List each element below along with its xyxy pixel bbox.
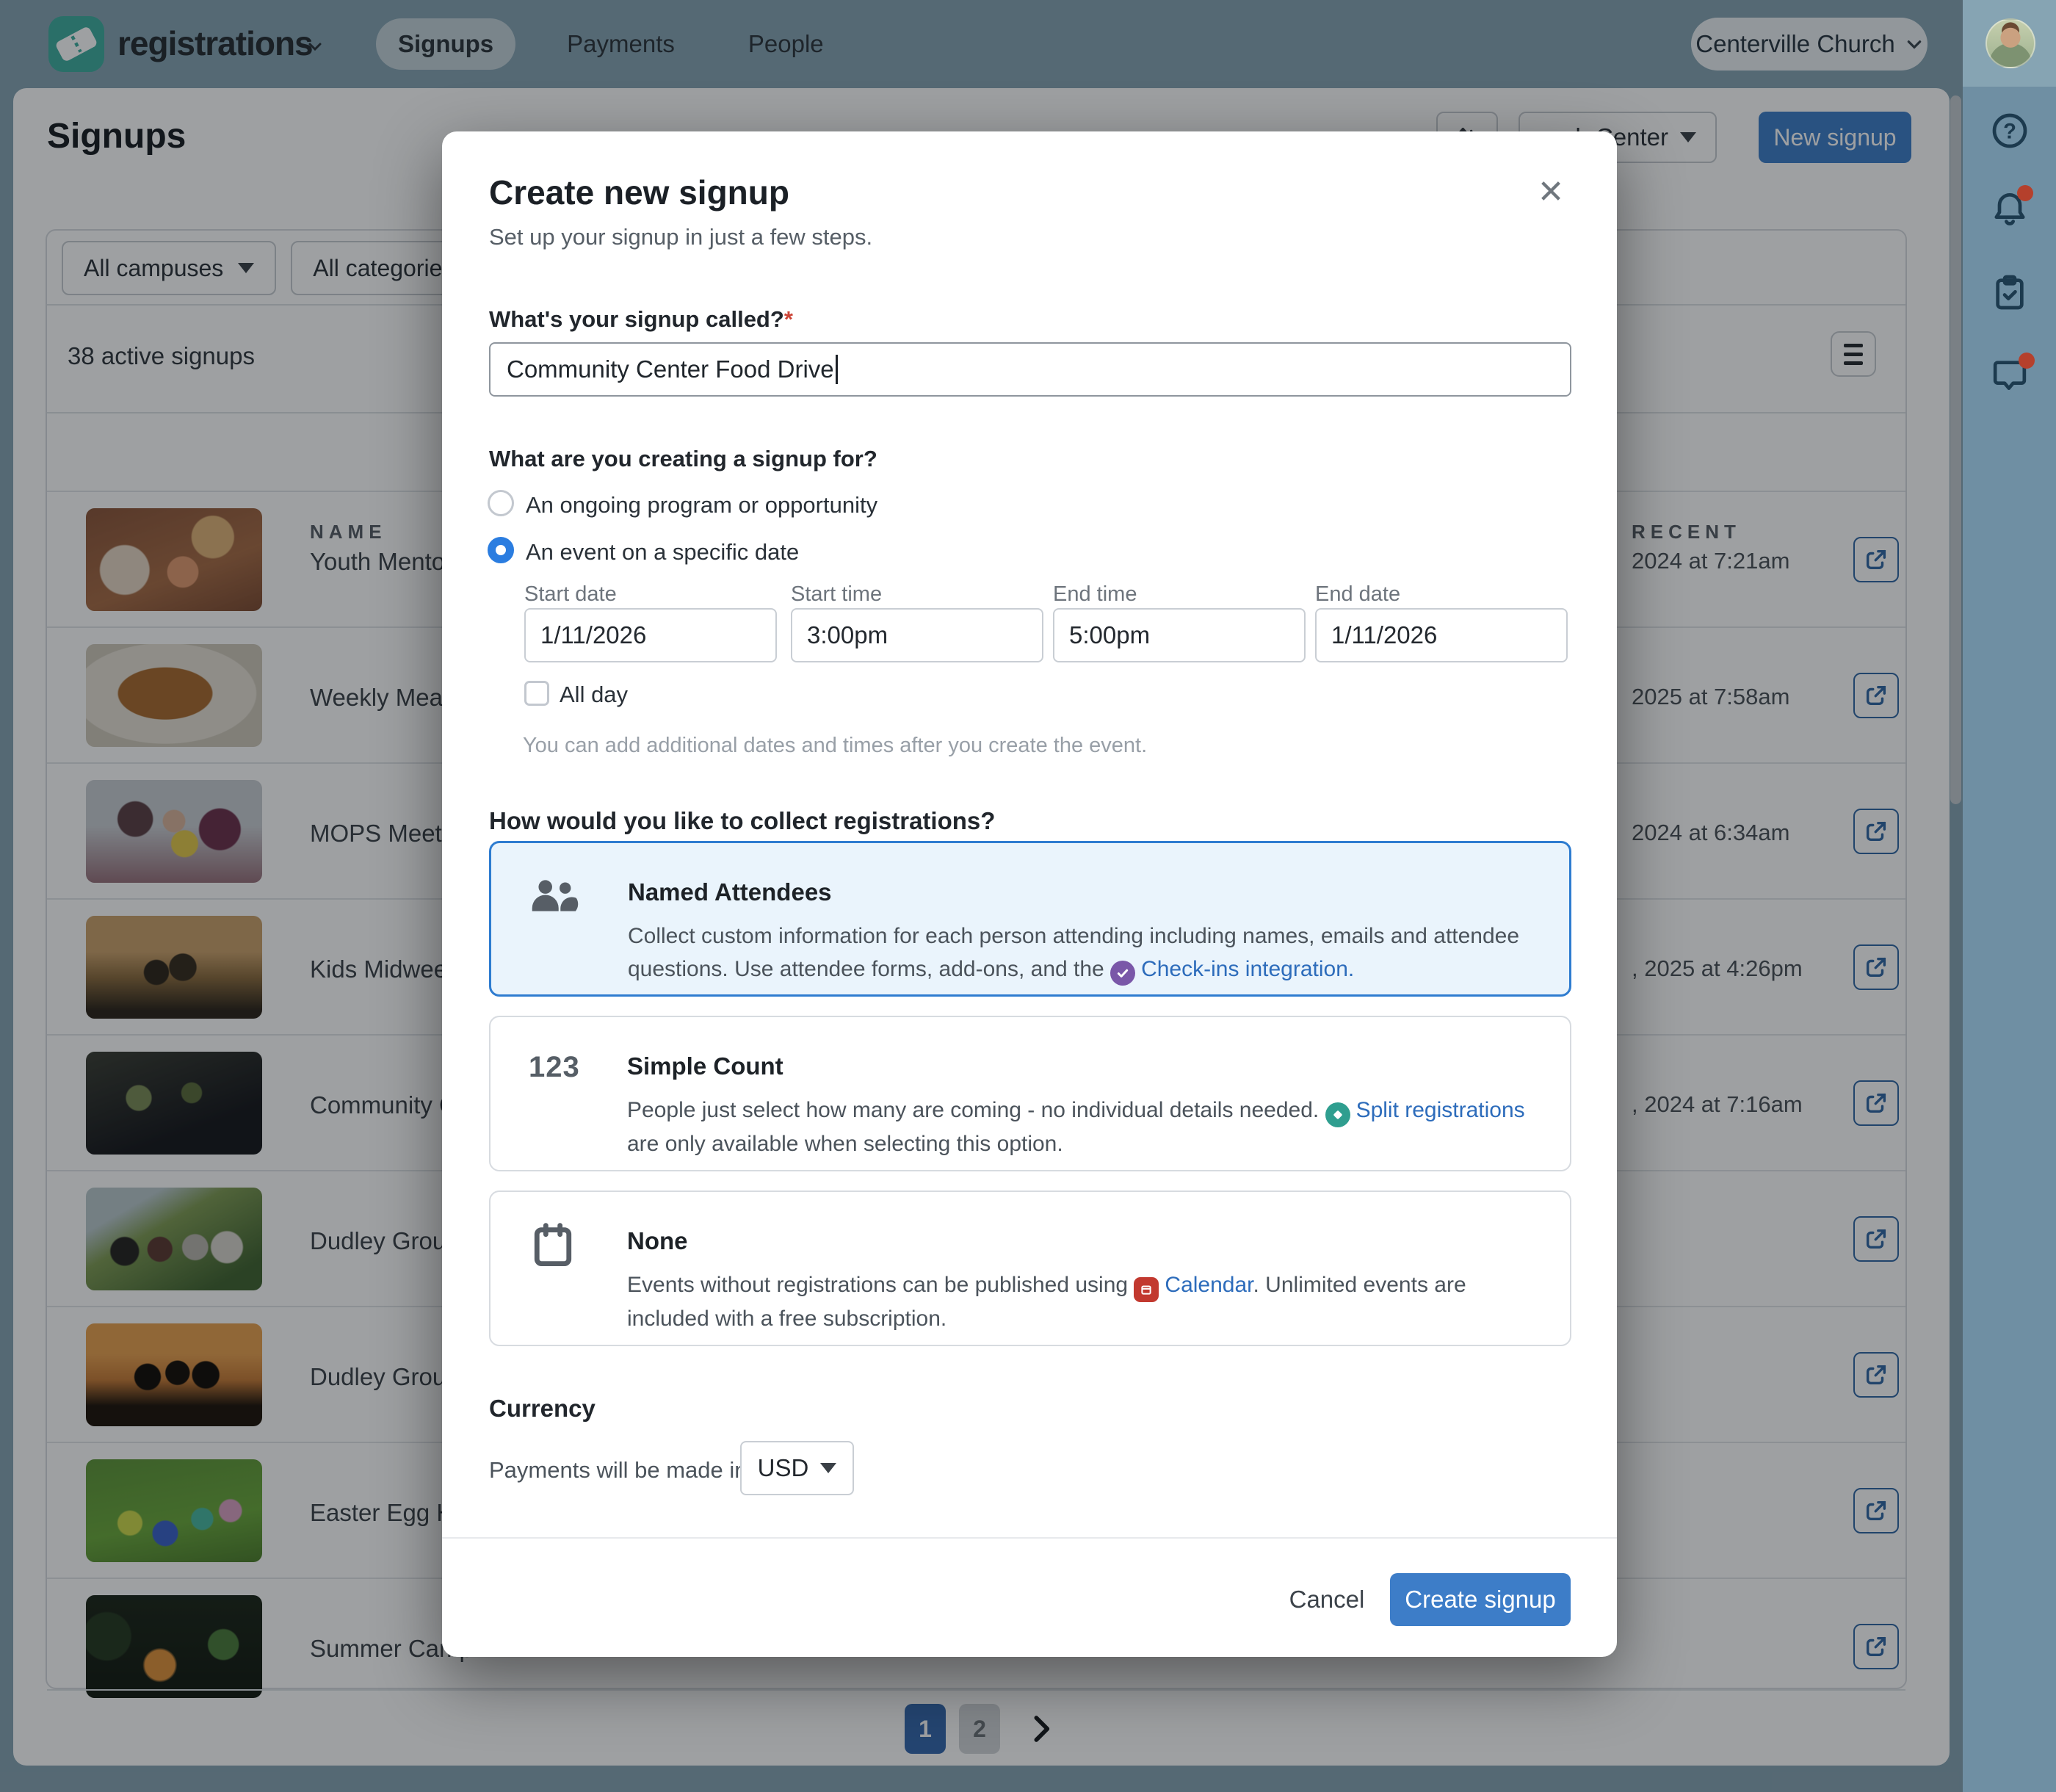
check-ins-link[interactable]: Check-ins integration. — [1141, 957, 1354, 981]
currency-label: Currency — [489, 1395, 596, 1423]
help-icon[interactable]: ? — [1989, 110, 2030, 151]
close-icon[interactable]: ✕ — [1530, 171, 1571, 212]
option-title: Named Attendees — [628, 878, 832, 906]
currency-prefix: Payments will be made in — [489, 1457, 748, 1484]
modal-title: Create new signup — [489, 173, 789, 212]
avatar[interactable] — [1986, 18, 2035, 68]
option-simple-count[interactable]: 123 Simple Count People just select how … — [489, 1016, 1571, 1171]
footer-divider — [442, 1537, 1617, 1539]
end-date-label: End date — [1315, 582, 1400, 607]
start-date-input[interactable]: 1/11/2026 — [524, 608, 777, 662]
currency-value: USD — [758, 1454, 809, 1482]
option-title: None — [627, 1227, 688, 1255]
calendar-icon — [532, 1220, 574, 1268]
end-time-label: End time — [1053, 582, 1137, 607]
cancel-button[interactable]: Cancel — [1264, 1573, 1389, 1626]
option-none[interactable]: None Events without registrations can be… — [489, 1191, 1571, 1346]
collect-label: How would you like to collect registrati… — [489, 807, 995, 835]
end-date-input[interactable]: 1/11/2026 — [1315, 608, 1568, 662]
check-ins-icon — [1110, 961, 1135, 986]
radio-specific-date[interactable] — [488, 537, 514, 563]
option-title: Simple Count — [627, 1052, 783, 1080]
signup-name-input[interactable]: Community Center Food Drive — [489, 342, 1571, 397]
tasks-clipboard-icon[interactable] — [1989, 272, 2030, 313]
dates-note: You can add additional dates and times a… — [523, 734, 1147, 758]
split-registrations-link[interactable]: Split registrations — [1356, 1098, 1525, 1122]
option-description: Events without registrations can be publ… — [627, 1268, 1543, 1335]
registrations-icon — [1325, 1102, 1350, 1127]
all-day-label[interactable]: All day — [560, 682, 628, 708]
people-icon — [526, 872, 579, 920]
option-description: People just select how many are coming -… — [627, 1094, 1543, 1160]
signup-name-label: What's your signup called?* — [489, 306, 793, 333]
messages-chat-icon[interactable] — [1989, 354, 2030, 395]
123-icon: 123 — [529, 1051, 580, 1084]
notifications-bell-icon[interactable] — [1989, 188, 2030, 229]
radio-ongoing-program[interactable] — [488, 490, 514, 516]
svg-text:?: ? — [2003, 120, 2016, 143]
start-time-label: Start time — [791, 582, 882, 607]
utility-rail: ? — [1963, 87, 2056, 1792]
notification-dot — [2017, 185, 2033, 201]
dropdown-caret-icon — [820, 1463, 836, 1473]
all-day-checkbox[interactable] — [524, 681, 549, 706]
modal-subtitle: Set up your signup in just a few steps. — [489, 224, 872, 250]
option-named-attendees[interactable]: Named Attendees Collect custom informati… — [489, 841, 1571, 997]
signup-name-value: Community Center Food Drive — [507, 355, 834, 383]
required-asterisk: * — [784, 306, 793, 332]
calendar-link[interactable]: Calendar — [1165, 1273, 1253, 1297]
signup-type-label: What are you creating a signup for? — [489, 446, 877, 472]
create-signup-modal: Create new signup ✕ Set up your signup i… — [442, 131, 1617, 1657]
radio-ongoing-label[interactable]: An ongoing program or opportunity — [526, 492, 877, 519]
currency-select[interactable]: USD — [740, 1441, 854, 1495]
radio-event-label[interactable]: An event on a specific date — [526, 539, 799, 566]
app: registrations Signups Payments People Ce… — [0, 0, 2056, 1792]
notification-dot — [2019, 353, 2035, 369]
text-caret — [836, 355, 838, 384]
create-signup-button[interactable]: Create signup — [1390, 1573, 1571, 1626]
start-time-input[interactable]: 3:00pm — [791, 608, 1043, 662]
end-time-input[interactable]: 5:00pm — [1053, 608, 1306, 662]
start-date-label: Start date — [524, 582, 617, 607]
calendar-app-icon — [1134, 1277, 1159, 1302]
option-description: Collect custom information for each pers… — [628, 920, 1544, 986]
